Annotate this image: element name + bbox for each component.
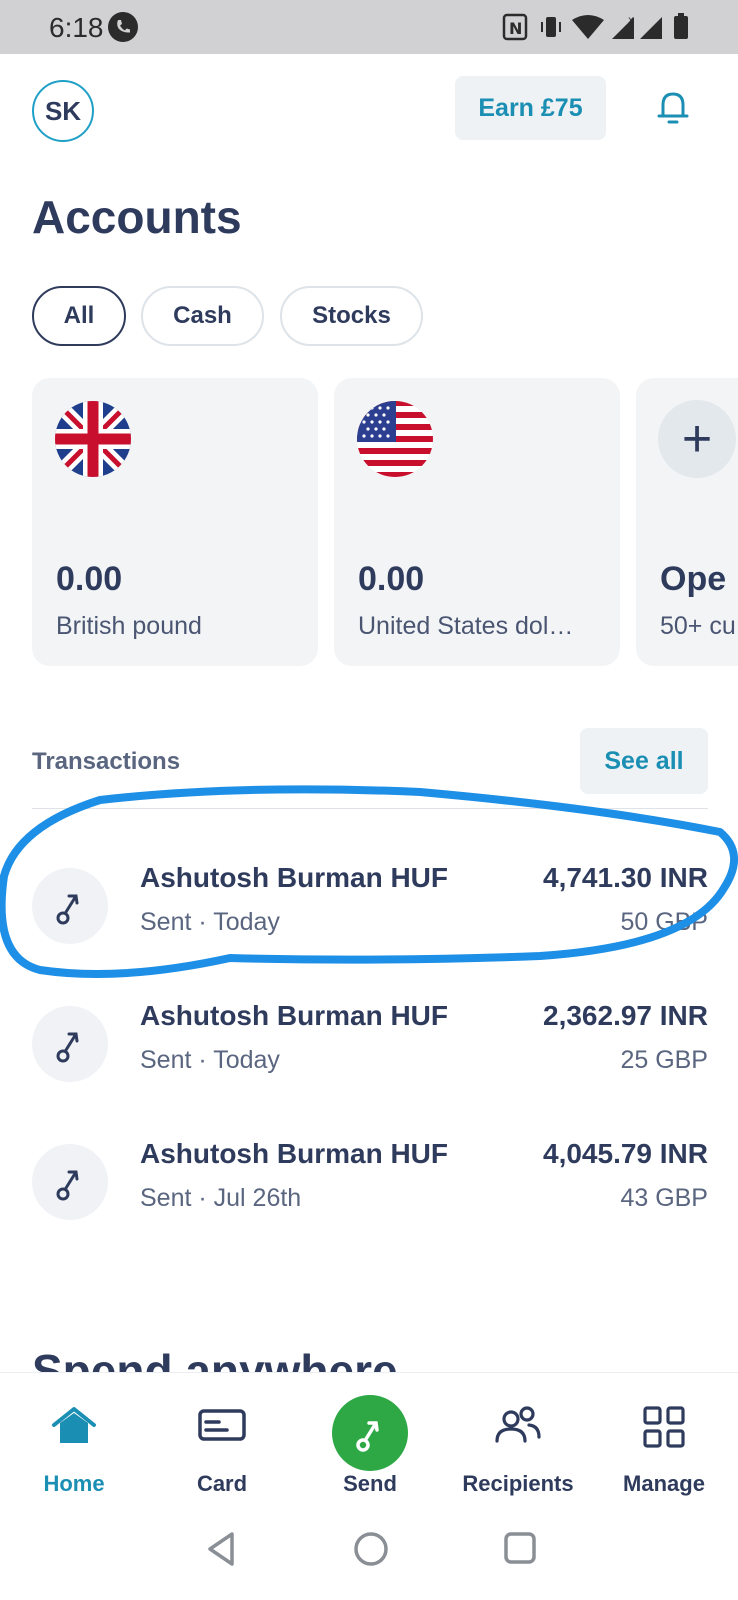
filter-chip-all[interactable]: All	[32, 286, 126, 346]
bottom-navigation: Home Card Send Recipients Manage	[0, 1372, 738, 1509]
sent-arrow-icon	[32, 868, 108, 944]
uk-flag-icon	[55, 401, 131, 477]
filter-chip-cash[interactable]: Cash	[141, 286, 264, 346]
transaction-amount: 4,045.79 INR	[543, 1138, 708, 1169]
transaction-recipient: Ashutosh Burman HUF	[140, 1000, 448, 1031]
earn-referral-button[interactable]: Earn £75	[455, 76, 606, 140]
transaction-row[interactable]: Ashutosh Burman HUF Sent · Today 2,362.9…	[0, 994, 738, 1104]
spend-anywhere-heading: Spend anywhere	[32, 1345, 398, 1372]
account-currency-name: United States dol…	[358, 612, 574, 640]
status-bar: 6:18 N x	[0, 0, 738, 54]
divider	[32, 808, 708, 809]
nav-label: Send	[343, 1471, 397, 1496]
account-card-usd[interactable]: 0.00 United States dol…	[334, 378, 620, 666]
sent-arrow-icon	[32, 1006, 108, 1082]
account-balance: 0.00	[56, 560, 123, 598]
back-icon[interactable]	[204, 1530, 238, 1568]
profile-avatar[interactable]: SK	[32, 80, 94, 142]
nav-manage[interactable]: Manage	[590, 1373, 738, 1509]
svg-text:N: N	[509, 19, 522, 38]
transaction-source-amount: 25 GBP	[620, 1046, 708, 1074]
transaction-amount: 2,362.97 INR	[543, 1000, 708, 1031]
nav-send[interactable]: Send	[296, 1373, 444, 1509]
recipients-icon	[495, 1406, 541, 1443]
nav-home[interactable]: Home	[0, 1373, 148, 1509]
transaction-status: Sent · Today	[140, 1046, 280, 1074]
card-icon	[198, 1409, 246, 1441]
nav-label: Manage	[623, 1471, 705, 1496]
system-navigation-bar	[0, 1508, 738, 1600]
svg-text:x: x	[628, 15, 634, 26]
grid-icon	[643, 1406, 685, 1448]
us-flag-icon	[357, 401, 433, 477]
account-currency-name: British pound	[56, 612, 202, 640]
transaction-row[interactable]: Ashutosh Burman HUF Sent · Jul 26th 4,04…	[0, 1132, 738, 1242]
filter-chip-stocks[interactable]: Stocks	[280, 286, 423, 346]
nav-recipients[interactable]: Recipients	[444, 1373, 592, 1509]
plus-icon: +	[658, 400, 736, 478]
sent-arrow-icon	[32, 1144, 108, 1220]
system-status-icons: N x	[502, 13, 688, 41]
open-account-card[interactable]: + Ope 50+ cu	[636, 378, 738, 666]
status-time: 6:18	[49, 12, 104, 43]
notifications-bell-icon[interactable]	[655, 88, 691, 128]
see-all-button[interactable]: See all	[580, 728, 708, 794]
phone-call-icon	[108, 12, 138, 42]
page-title: Accounts	[32, 191, 242, 243]
transaction-amount: 4,741.30 INR	[543, 862, 708, 893]
send-icon	[332, 1395, 408, 1471]
transaction-source-amount: 50 GBP	[620, 908, 708, 936]
open-account-subtitle: 50+ cu	[660, 612, 736, 640]
nav-card[interactable]: Card	[148, 1373, 296, 1509]
transactions-label: Transactions	[32, 748, 181, 775]
nav-label: Home	[43, 1471, 105, 1496]
nav-label: Card	[196, 1471, 248, 1496]
transaction-status: Sent · Today	[140, 908, 280, 936]
transaction-recipient: Ashutosh Burman HUF	[140, 1138, 448, 1169]
transaction-status: Sent · Jul 26th	[140, 1184, 302, 1212]
open-account-title: Ope	[660, 560, 727, 598]
recents-icon[interactable]	[502, 1530, 538, 1566]
transaction-row[interactable]: Ashutosh Burman HUF Sent · Today 4,741.3…	[0, 856, 738, 966]
account-balance: 0.00	[358, 560, 425, 598]
transaction-source-amount: 43 GBP	[620, 1184, 708, 1212]
nav-label: Recipients	[462, 1471, 574, 1496]
home-circle-icon[interactable]	[352, 1530, 390, 1568]
transaction-recipient: Ashutosh Burman HUF	[140, 862, 448, 893]
account-card-gbp[interactable]: 0.00 British pound	[32, 378, 318, 666]
home-icon	[52, 1407, 96, 1443]
